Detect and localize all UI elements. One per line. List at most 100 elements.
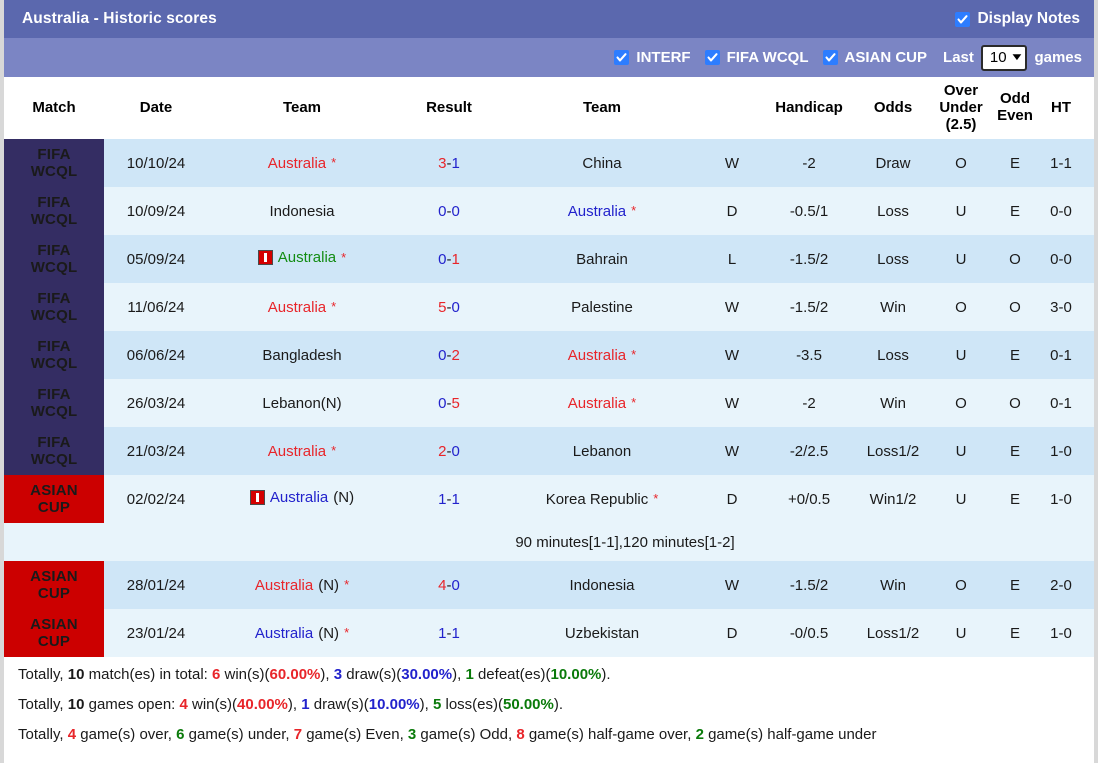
- home-team[interactable]: Lebanon(N): [262, 395, 341, 412]
- table-row[interactable]: FIFA WCQL 10/09/24 Indonesia 0-0 Australia * D -…: [4, 187, 1094, 236]
- interf-checkbox-icon[interactable]: [614, 50, 630, 65]
- home-score: 0: [438, 394, 447, 412]
- away-team[interactable]: Uzbekistan: [565, 625, 639, 642]
- home-score: 0: [438, 346, 447, 364]
- col-handicap[interactable]: Handicap: [762, 77, 856, 140]
- away-team-cell[interactable]: Australia *: [502, 187, 702, 236]
- home-team-cell[interactable]: Australia (N) *: [208, 609, 396, 658]
- table-row[interactable]: ASIAN CUP 02/02/24 Australia (N) 1-1 Korea Rep…: [4, 475, 1094, 524]
- col-result[interactable]: Result: [396, 77, 502, 140]
- table-row[interactable]: FIFA WCQL 21/03/24 Australia * 2-0 Lebanon W -2/…: [4, 427, 1094, 476]
- competition-badge[interactable]: FIFA WCQL: [4, 379, 104, 428]
- home-team-cell[interactable]: Australia (N): [208, 475, 396, 524]
- result-cell[interactable]: 1-1: [396, 609, 502, 658]
- result-cell[interactable]: 5-0: [396, 283, 502, 332]
- competition-badge[interactable]: ASIAN CUP: [4, 561, 104, 610]
- col-match[interactable]: Match: [4, 77, 104, 140]
- col-over-under-075[interactable]: Over Under (0.75): [1084, 77, 1094, 140]
- away-team[interactable]: Palestine: [571, 299, 633, 316]
- table-row[interactable]: FIFA WCQL 06/06/24 Bangladesh 0-2 Australia * W…: [4, 331, 1094, 380]
- away-team-cell[interactable]: Palestine: [502, 283, 702, 332]
- fifa-wcql-checkbox-icon[interactable]: [704, 50, 720, 65]
- chevron-down-icon: ▼: [1009, 51, 1024, 63]
- filter-fifa-wcql[interactable]: FIFA WCQL: [704, 49, 809, 66]
- competition-badge[interactable]: ASIAN CUP: [4, 609, 104, 658]
- display-notes-toggle[interactable]: Display Notes: [955, 10, 1080, 28]
- home-team-cell[interactable]: Bangladesh: [208, 331, 396, 380]
- filter-asian-cup[interactable]: ASIAN CUP: [822, 49, 927, 66]
- home-team[interactable]: Australia *: [257, 249, 346, 266]
- competition-badge[interactable]: ASIAN CUP: [4, 475, 104, 524]
- home-score: 4: [438, 576, 447, 594]
- col-odd-even[interactable]: Odd Even: [992, 77, 1038, 140]
- result-cell[interactable]: 4-0: [396, 561, 502, 610]
- away-team[interactable]: Australia *: [568, 347, 636, 364]
- last-games-select[interactable]: 10 ▼: [980, 44, 1028, 71]
- away-team[interactable]: Indonesia: [569, 577, 634, 594]
- home-team[interactable]: Australia *: [268, 299, 336, 316]
- home-team-cell[interactable]: Australia *: [208, 139, 396, 188]
- home-team[interactable]: Australia *: [268, 155, 336, 172]
- away-team[interactable]: China: [582, 155, 621, 172]
- competition-badge[interactable]: FIFA WCQL: [4, 139, 104, 188]
- over-under-075-value: O: [1084, 427, 1094, 476]
- result-cell[interactable]: 1-1: [396, 475, 502, 524]
- away-team-cell[interactable]: Lebanon: [502, 427, 702, 476]
- away-team-cell[interactable]: Australia *: [502, 331, 702, 380]
- competition-badge[interactable]: FIFA WCQL: [4, 235, 104, 284]
- filter-interf[interactable]: INTERF: [614, 49, 691, 66]
- away-team[interactable]: Australia *: [568, 203, 636, 220]
- col-team-home[interactable]: Team: [208, 77, 396, 140]
- home-team[interactable]: Bangladesh: [262, 347, 341, 364]
- over-under-25-value: U: [930, 331, 992, 380]
- table-row[interactable]: FIFA WCQL 11/06/24 Australia * 5-0 Palestine W -…: [4, 283, 1094, 332]
- away-team-cell[interactable]: Korea Republic *: [502, 475, 702, 524]
- display-notes-checkbox-icon[interactable]: [955, 11, 971, 27]
- table-row[interactable]: FIFA WCQL 05/09/24 Australia * 0-1 Bahrain L -1.…: [4, 235, 1094, 284]
- away-team-cell[interactable]: Indonesia: [502, 561, 702, 610]
- col-over-under-25[interactable]: Over Under (2.5): [930, 77, 992, 140]
- home-team-cell[interactable]: Indonesia: [208, 187, 396, 236]
- asian-cup-checkbox-icon[interactable]: [822, 50, 838, 65]
- result-cell[interactable]: 0-1: [396, 235, 502, 284]
- away-team-cell[interactable]: Bahrain: [502, 235, 702, 284]
- home-team[interactable]: Australia (N) *: [255, 577, 349, 594]
- home-team[interactable]: Australia *: [268, 443, 336, 460]
- table-row[interactable]: FIFA WCQL 26/03/24 Lebanon(N) 0-5 Australia * W…: [4, 379, 1094, 428]
- table-row[interactable]: ASIAN CUP 23/01/24 Australia (N) * 1-1 Uzbekist…: [4, 609, 1094, 658]
- home-team-cell[interactable]: Australia *: [208, 427, 396, 476]
- col-ht[interactable]: HT: [1038, 77, 1084, 140]
- result-cell[interactable]: 0-0: [396, 187, 502, 236]
- away-team[interactable]: Bahrain: [576, 251, 628, 268]
- home-team-cell[interactable]: Lebanon(N): [208, 379, 396, 428]
- col-date[interactable]: Date: [104, 77, 208, 140]
- away-team[interactable]: Korea Republic *: [546, 491, 659, 508]
- home-team-cell[interactable]: Australia *: [208, 235, 396, 284]
- competition-badge[interactable]: FIFA WCQL: [4, 427, 104, 476]
- result-cell[interactable]: 3-1: [396, 139, 502, 188]
- away-team[interactable]: Lebanon: [573, 443, 631, 460]
- home-team-cell[interactable]: Australia (N) *: [208, 561, 396, 610]
- home-team-cell[interactable]: Australia *: [208, 283, 396, 332]
- home-team[interactable]: Australia (N): [249, 489, 354, 506]
- s1-p2: win(s)(: [220, 666, 270, 684]
- col-odds[interactable]: Odds: [856, 77, 930, 140]
- table-row[interactable]: ASIAN CUP 28/01/24 Australia (N) * 4-0 Indonesi…: [4, 561, 1094, 610]
- interf-label: INTERF: [636, 49, 691, 66]
- competition-badge[interactable]: FIFA WCQL: [4, 187, 104, 236]
- result-cell[interactable]: 2-0: [396, 427, 502, 476]
- away-team-cell[interactable]: China: [502, 139, 702, 188]
- away-team[interactable]: Australia *: [568, 395, 636, 412]
- competition-badge[interactable]: FIFA WCQL: [4, 283, 104, 332]
- result-cell[interactable]: 0-5: [396, 379, 502, 428]
- away-team-cell[interactable]: Uzbekistan: [502, 609, 702, 658]
- odd-even-value: E: [992, 427, 1038, 476]
- home-team[interactable]: Australia (N) *: [255, 625, 349, 642]
- result-cell[interactable]: 0-2: [396, 331, 502, 380]
- col-team-away[interactable]: Team: [502, 77, 702, 140]
- table-row[interactable]: FIFA WCQL 10/10/24 Australia * 3-1 China W -2 Dra…: [4, 139, 1094, 188]
- away-team-cell[interactable]: Australia *: [502, 379, 702, 428]
- over-under-075-value: U: [1084, 235, 1094, 284]
- home-team[interactable]: Indonesia: [269, 203, 334, 220]
- competition-badge[interactable]: FIFA WCQL: [4, 331, 104, 380]
